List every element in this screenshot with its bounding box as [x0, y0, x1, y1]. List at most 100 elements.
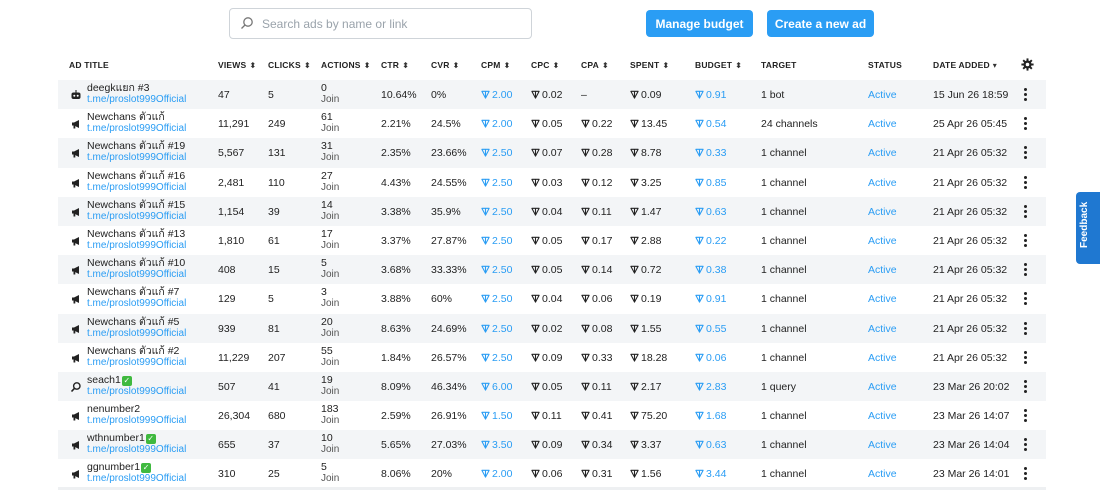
table-row[interactable]: deegkแยก #3 t.me/proslot999Official 47 5 10.… [58, 80, 1046, 110]
more-options-icon[interactable] [1024, 116, 1028, 131]
ad-link[interactable]: t.me/proslot999Official [87, 415, 186, 427]
ad-link[interactable]: t.me/proslot999Official [87, 152, 186, 164]
cell-budget[interactable]: 0.38 [695, 264, 726, 276]
status-link[interactable]: Active [868, 264, 897, 276]
cell-budget[interactable]: 0.91 [695, 293, 726, 305]
ad-link[interactable]: t.me/proslot999Official [87, 328, 186, 340]
column-header-ctr[interactable]: CTR ⬍ [381, 60, 409, 70]
table-row[interactable]: Newchans ตัวแก้ #15 t.me/proslot999Offici… [58, 196, 1046, 226]
status-link[interactable]: Active [868, 323, 897, 335]
more-options-icon[interactable] [1024, 145, 1028, 160]
status-link[interactable]: Active [868, 235, 897, 247]
status-link[interactable]: Active [868, 118, 897, 130]
ad-title-cell[interactable]: Newchans ตัวแก้ #10 t.me/proslot999Offici… [87, 257, 186, 281]
cell-budget[interactable]: 0.06 [695, 352, 726, 364]
column-header-views[interactable]: VIEWS ⬍ [218, 60, 256, 70]
ad-title-cell[interactable]: deegkแยก #3 t.me/proslot999Official [87, 82, 186, 106]
manage-budget-button[interactable]: Manage budget [646, 10, 753, 37]
more-options-icon[interactable] [1024, 233, 1028, 247]
search-box[interactable] [229, 8, 532, 39]
more-options-icon[interactable] [1024, 204, 1028, 218]
ad-title-cell[interactable]: Newchans ตัวแก้ #16 t.me/proslot999Offici… [87, 170, 186, 194]
cell-budget[interactable]: 0.22 [695, 235, 726, 247]
table-row[interactable]: ggnumber1 ✓ t.me/proslot999Official 310 25 8.… [58, 459, 1046, 488]
cell-cpm[interactable]: 2.50 [481, 323, 512, 335]
column-header-cpc[interactable]: CPC ⬍ [531, 60, 559, 70]
cell-budget[interactable]: 0.85 [695, 177, 726, 189]
cell-cpm[interactable]: 1.50 [481, 410, 512, 422]
ad-title-cell[interactable]: seach1 ✓ t.me/proslot999Official [87, 374, 186, 398]
more-options-icon[interactable] [1024, 291, 1028, 306]
ad-title-cell[interactable]: Newchans ตัวแก้ t.me/proslot999Official [87, 111, 186, 135]
column-header-budget[interactable]: BUDGET ⬍ [695, 60, 742, 70]
ad-link[interactable]: t.me/proslot999Official [87, 182, 186, 194]
status-link[interactable]: Active [868, 293, 897, 305]
table-row[interactable]: Newchans ตัวแก้ #10 t.me/proslot999Offici… [58, 255, 1046, 285]
column-header-actions[interactable]: ACTIONS ⬍ [321, 60, 371, 70]
cell-cpm[interactable]: 2.50 [481, 352, 512, 364]
more-options-icon[interactable] [1024, 262, 1028, 277]
status-link[interactable]: Active [868, 352, 897, 364]
table-row[interactable]: Newchans ตัวแก้ t.me/proslot999Official 11… [58, 109, 1046, 138]
ad-link[interactable]: t.me/proslot999Official [87, 473, 186, 485]
table-row[interactable]: Newchans ตัวแก้ #2 t.me/proslot999Officia… [58, 343, 1046, 372]
column-header-cvr[interactable]: CVR ⬍ [431, 60, 459, 70]
ad-link[interactable]: t.me/proslot999Official [87, 269, 186, 281]
cell-budget[interactable]: 0.63 [695, 439, 726, 451]
cell-cpm[interactable]: 2.50 [481, 206, 512, 218]
table-row[interactable]: seach1 ✓ t.me/proslot999Official 507 41 8.09%… [58, 371, 1046, 402]
column-header-cpa[interactable]: CPA ⬍ [581, 60, 609, 70]
search-input[interactable] [262, 13, 522, 35]
ad-link[interactable]: t.me/proslot999Official [87, 386, 186, 398]
ad-title-cell[interactable]: Newchans ตัวแก้ #2 t.me/proslot999Officia… [87, 345, 186, 369]
more-options-icon[interactable] [1024, 437, 1028, 452]
cell-budget[interactable]: 0.33 [695, 147, 726, 159]
status-link[interactable]: Active [868, 177, 897, 189]
column-header-cpm[interactable]: CPM ⬍ [481, 60, 510, 70]
cell-cpm[interactable]: 2.00 [481, 89, 512, 101]
more-options-icon[interactable] [1024, 408, 1028, 423]
more-options-icon[interactable] [1024, 379, 1028, 393]
cell-budget[interactable]: 2.83 [695, 381, 726, 393]
feedback-tab[interactable]: Feedback [1076, 192, 1100, 264]
column-header-date[interactable]: DATE ADDED ▾ [933, 60, 997, 70]
status-link[interactable]: Active [868, 206, 897, 218]
more-options-icon[interactable] [1024, 466, 1028, 481]
cell-cpm[interactable]: 2.50 [481, 177, 512, 189]
status-link[interactable]: Active [868, 381, 897, 393]
cell-cpm[interactable]: 3.50 [481, 439, 512, 451]
cell-cpm[interactable]: 2.50 [481, 235, 512, 247]
table-row[interactable]: Newchans ตัวแก้ #19 t.me/proslot999Offici… [58, 138, 1046, 168]
table-row[interactable]: nenumber2 t.me/proslot999Official 26,304 68… [58, 401, 1046, 430]
status-link[interactable]: Active [868, 410, 897, 422]
gear-icon[interactable] [1021, 58, 1034, 71]
ad-link[interactable]: t.me/proslot999Official [87, 94, 186, 106]
ad-title-cell[interactable]: wthnumber1 ✓ t.me/proslot999Official [87, 432, 186, 456]
more-options-icon[interactable] [1024, 87, 1028, 101]
ad-title-cell[interactable]: Newchans ตัวแก้ #5 t.me/proslot999Officia… [87, 316, 186, 340]
ad-title-cell[interactable]: Newchans ตัวแก้ #19 t.me/proslot999Offici… [87, 140, 186, 164]
ad-title-cell[interactable]: Newchans ตัวแก้ #7 t.me/proslot999Officia… [87, 286, 186, 310]
ad-title-cell[interactable]: ggnumber1 ✓ t.me/proslot999Official [87, 461, 186, 485]
cell-cpm[interactable]: 2.50 [481, 147, 512, 159]
more-options-icon[interactable] [1024, 350, 1028, 364]
column-header-spent[interactable]: SPENT ⬍ [630, 60, 669, 70]
more-options-icon[interactable] [1024, 175, 1028, 189]
ad-link[interactable]: t.me/proslot999Official [87, 211, 186, 223]
ad-link[interactable]: t.me/proslot999Official [87, 240, 186, 252]
status-link[interactable]: Active [868, 89, 897, 101]
cell-budget[interactable]: 3.44 [695, 468, 726, 480]
cell-budget[interactable]: 0.63 [695, 206, 726, 218]
more-options-icon[interactable] [1024, 321, 1028, 335]
table-row[interactable]: Newchans ตัวแก้ #13 t.me/proslot999Offici… [58, 226, 1046, 255]
table-row[interactable]: Newchans ตัวแก้ #16 t.me/proslot999Offici… [58, 168, 1046, 197]
ad-link[interactable]: t.me/proslot999Official [87, 444, 186, 456]
create-ad-button[interactable]: Create a new ad [767, 10, 874, 37]
cell-budget[interactable]: 0.54 [695, 118, 726, 130]
cell-budget[interactable]: 1.68 [695, 410, 726, 422]
cell-budget[interactable]: 0.91 [695, 89, 726, 101]
column-header-clicks[interactable]: CLICKS ⬍ [268, 60, 311, 70]
status-link[interactable]: Active [868, 439, 897, 451]
table-row[interactable]: Newchans ตัวแก้ #5 t.me/proslot999Officia… [58, 313, 1046, 343]
cell-cpm[interactable]: 6.00 [481, 381, 512, 393]
